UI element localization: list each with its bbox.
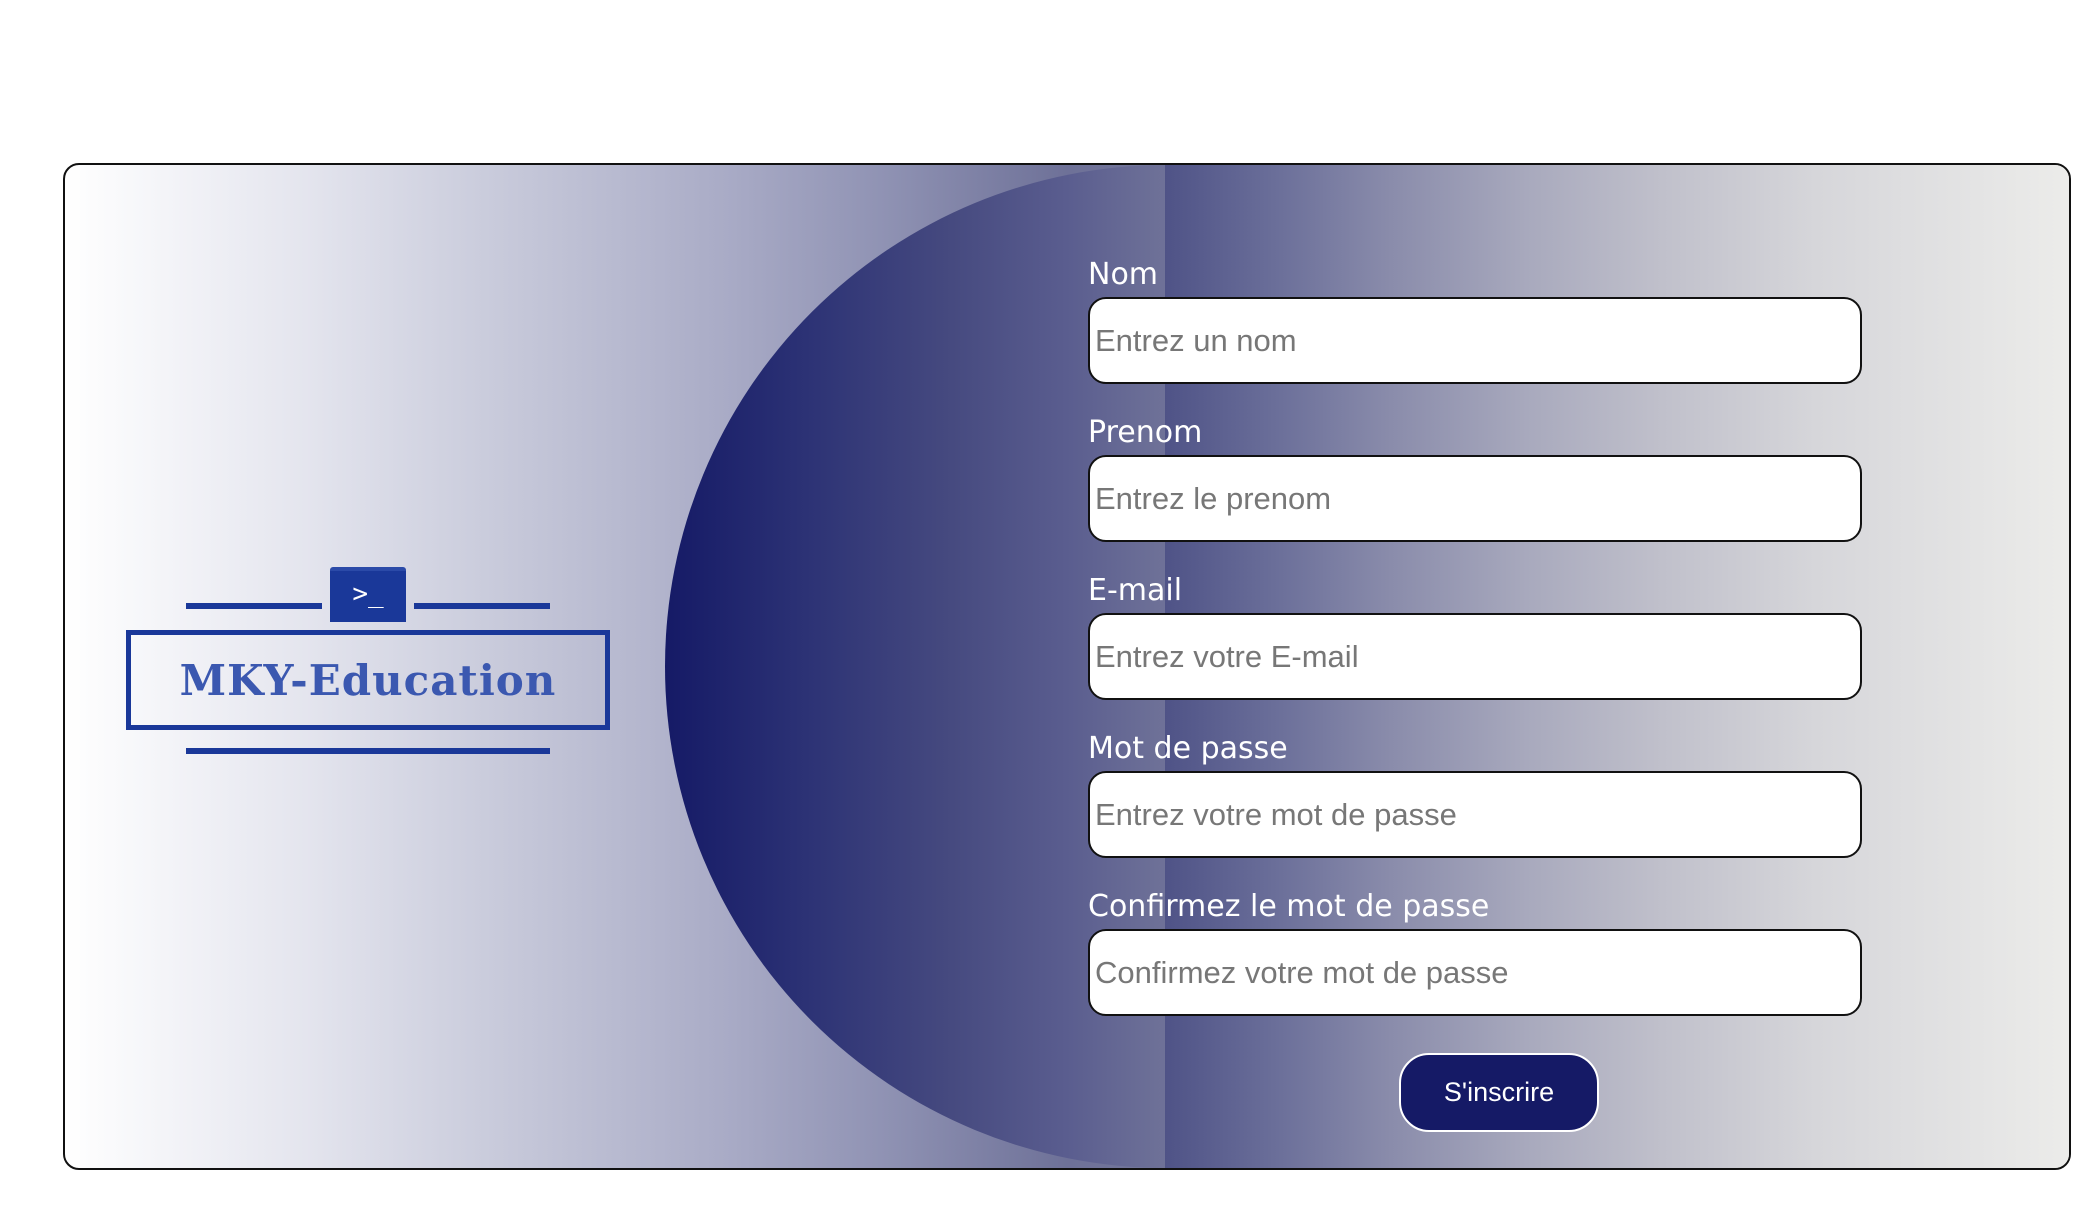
signup-card: >_ MKY-Education Nom Prenom E-mail Mot d… <box>63 163 2071 1170</box>
prenom-label: Prenom <box>1088 415 1203 450</box>
field-password: Mot de passe <box>1088 729 1868 887</box>
password-label: Mot de passe <box>1088 731 1288 766</box>
field-nom: Nom <box>1088 255 1868 413</box>
signup-button[interactable]: S'inscrire <box>1399 1053 1599 1132</box>
nom-input[interactable] <box>1088 297 1862 384</box>
confirm-password-label: Confirmez le mot de passe <box>1088 889 1490 924</box>
field-email: E-mail <box>1088 571 1868 729</box>
field-confirm-password: Confirmez le mot de passe <box>1088 887 1868 1045</box>
terminal-icon: >_ <box>330 567 406 622</box>
email-input[interactable] <box>1088 613 1862 700</box>
brand-logo: >_ MKY-Education <box>126 565 610 765</box>
password-input[interactable] <box>1088 771 1862 858</box>
nom-label: Nom <box>1088 257 1159 292</box>
prenom-input[interactable] <box>1088 455 1862 542</box>
logo-text: MKY-Education <box>179 655 557 705</box>
confirm-password-input[interactable] <box>1088 929 1862 1016</box>
logo-bottom-rule <box>186 748 550 754</box>
field-prenom: Prenom <box>1088 413 1868 571</box>
signup-form: Nom Prenom E-mail Mot de passe Confirmez… <box>1088 255 1868 1045</box>
logo-top-right-rule <box>414 603 550 609</box>
logo-top-left-rule <box>186 603 322 609</box>
logo-frame: MKY-Education <box>126 630 610 730</box>
email-label: E-mail <box>1088 573 1183 608</box>
